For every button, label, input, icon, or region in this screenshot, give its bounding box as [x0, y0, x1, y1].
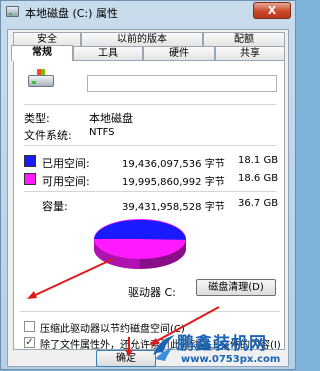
tab-previous-versions[interactable]: 以前的版本 — [81, 32, 203, 46]
properties-window: 本地磁盘 (C:) 属性 X 安全 以前的版本 配额 常规 工具 硬件 共享 类… — [0, 0, 296, 370]
drive-icon — [6, 6, 19, 17]
capacity-size: 36.7 GB — [238, 198, 279, 209]
capacity-label: 容量: — [42, 200, 68, 213]
watermark: 鹏鑫装机网 www.0753px.com — [151, 329, 297, 371]
used-space-swatch — [24, 155, 36, 167]
tab-general[interactable]: 常规 — [11, 45, 73, 61]
tab-security[interactable]: 安全 — [13, 32, 81, 46]
window-title: 本地磁盘 (C:) 属性 — [25, 7, 118, 20]
disk-usage-pie-chart — [94, 219, 186, 269]
watermark-title: 鹏鑫装机网 — [177, 334, 267, 354]
used-space-label: 已用空间: — [42, 157, 90, 170]
dialog-body: 安全 以前的版本 配额 常规 工具 硬件 共享 类型: 本地磁盘 文件系统: N… — [7, 29, 289, 367]
filesystem-label: 文件系统: — [24, 129, 72, 142]
compress-checkbox[interactable] — [24, 321, 35, 332]
used-space-slice — [94, 219, 186, 240]
free-space-label: 可用空间: — [42, 175, 90, 188]
divider — [20, 311, 280, 312]
tab-quota[interactable]: 配额 — [203, 32, 285, 46]
free-space-size: 18.6 GB — [238, 173, 279, 184]
tab-tools[interactable]: 工具 — [73, 46, 143, 60]
watermark-logo — [153, 335, 175, 361]
free-space-swatch — [24, 173, 36, 185]
filesystem-value: NTFS — [89, 127, 115, 138]
general-panel: 类型: 本地磁盘 文件系统: NTFS 已用空间: 19,436,097,536… — [13, 60, 285, 351]
used-space-bytes: 19,436,097,536 字节 — [122, 159, 225, 170]
hard-drive-icon — [28, 69, 54, 89]
type-value: 本地磁盘 — [89, 112, 133, 125]
tab-sharing[interactable]: 共享 — [215, 46, 285, 60]
index-checkbox[interactable]: ✓ — [24, 337, 35, 348]
title-bar[interactable]: 本地磁盘 (C:) 属性 X — [1, 1, 295, 23]
divider — [24, 145, 276, 146]
tab-hardware[interactable]: 硬件 — [143, 46, 215, 60]
drive-letter-label: 驱动器 C: — [128, 286, 176, 299]
watermark-url: www.0753px.com — [181, 354, 281, 365]
free-space-bytes: 19,995,860,992 字节 — [122, 177, 225, 188]
ok-button[interactable]: 确定 — [96, 350, 156, 367]
used-space-size: 18.1 GB — [238, 155, 279, 166]
close-button[interactable]: X — [253, 2, 291, 19]
type-label: 类型: — [24, 112, 50, 125]
divider — [24, 104, 276, 105]
disk-cleanup-button[interactable]: 磁盘清理(D) — [196, 279, 276, 296]
drive-name-input[interactable] — [87, 75, 277, 92]
divider — [24, 191, 276, 192]
